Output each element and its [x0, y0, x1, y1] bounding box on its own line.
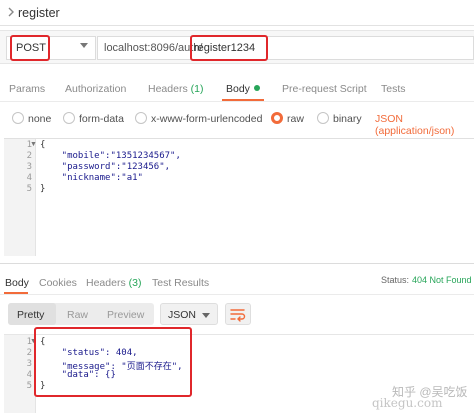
tab-label: Pre-request Script	[282, 83, 367, 95]
code-line: }	[40, 184, 46, 194]
status-label: Status:	[381, 275, 410, 285]
fold-triangle-icon[interactable]: ▼	[30, 141, 37, 148]
response-tab-cookies[interactable]: Cookies	[39, 277, 77, 289]
response-tab-test-results[interactable]: Test Results	[152, 277, 209, 289]
tab-label: Authorization	[65, 83, 127, 95]
radio-label-urlencoded: x-www-form-urlencoded	[151, 113, 263, 125]
radio-label-none: none	[28, 113, 52, 125]
view-mode-pretty[interactable]: Pretty	[17, 309, 44, 321]
tab-label: Headers	[86, 277, 126, 289]
tab-authorization[interactable]: Authorization	[65, 83, 126, 95]
modified-dot-icon	[253, 85, 260, 91]
tab-body[interactable]: Body	[226, 83, 260, 95]
view-mode-preview[interactable]: Preview	[107, 309, 144, 321]
radio-binary[interactable]	[317, 112, 329, 124]
tab-label: Params	[9, 83, 46, 95]
view-mode-raw[interactable]: Raw	[67, 309, 88, 321]
tab-label: Cookies	[39, 277, 77, 289]
divider	[0, 263, 474, 264]
line-number: 3	[26, 162, 32, 172]
tab-tests[interactable]: Tests	[381, 83, 406, 95]
radio-label-raw: raw	[287, 113, 304, 125]
tab-count: (1)	[190, 83, 204, 95]
chevron-down-icon	[80, 43, 88, 48]
tab-headers[interactable]: Headers (1)	[148, 83, 203, 95]
line-number: 5	[26, 184, 32, 194]
radio-raw[interactable]	[271, 112, 283, 124]
radio-none[interactable]	[12, 112, 24, 124]
code-line: "mobile":"1351234567",	[40, 151, 181, 161]
request-title-bar	[0, 0, 474, 26]
line-number: 1	[26, 140, 32, 150]
response-tab-headers[interactable]: Headers (3)	[86, 277, 141, 289]
divider	[0, 101, 474, 102]
tab-label: Headers	[148, 83, 188, 95]
response-tab-body[interactable]: Body	[5, 277, 29, 289]
wrap-lines-icon	[230, 309, 246, 322]
radio-form-data[interactable]	[63, 112, 75, 124]
watermark-url: qikegu.com	[372, 396, 443, 410]
radio-label-binary: binary	[333, 113, 362, 125]
wrap-lines-button[interactable]	[225, 303, 251, 325]
tab-params[interactable]: Params	[9, 83, 45, 95]
line-number: 2	[26, 348, 32, 358]
line-number: 5	[26, 381, 32, 391]
url-base-text: localhost:8096/auth/	[104, 42, 203, 54]
tab-pre-request-script[interactable]: Pre-request Script	[282, 83, 367, 95]
tab-label: Body	[5, 277, 29, 289]
format-label: JSON	[168, 309, 197, 321]
radio-label-form-data: form-data	[79, 113, 124, 125]
code-line: {	[40, 140, 46, 150]
code-line: "password":"123456",	[40, 162, 171, 172]
response-highlight	[34, 327, 192, 397]
line-number: 4	[26, 173, 32, 183]
url-endpoint-highlight	[190, 35, 268, 61]
line-number: 3	[26, 359, 32, 369]
line-number: 4	[26, 370, 32, 380]
line-number: 2	[26, 151, 32, 161]
divider	[0, 294, 474, 295]
request-name[interactable]: register	[18, 6, 60, 20]
collapse-chevron-icon[interactable]	[6, 7, 16, 17]
method-highlight	[10, 35, 50, 61]
chevron-down-icon	[202, 313, 210, 318]
content-type-select[interactable]: JSON (application/json)	[375, 113, 474, 137]
tab-count: (3)	[128, 277, 142, 289]
tab-label: Body	[226, 83, 250, 95]
status-badge: 404 Not Found	[412, 275, 472, 285]
code-line: "nickname":"a1"	[40, 173, 143, 183]
line-number: 1	[26, 337, 32, 347]
tab-label: Test Results	[152, 277, 210, 289]
radio-urlencoded[interactable]	[135, 112, 147, 124]
tab-label: Tests	[381, 83, 406, 95]
